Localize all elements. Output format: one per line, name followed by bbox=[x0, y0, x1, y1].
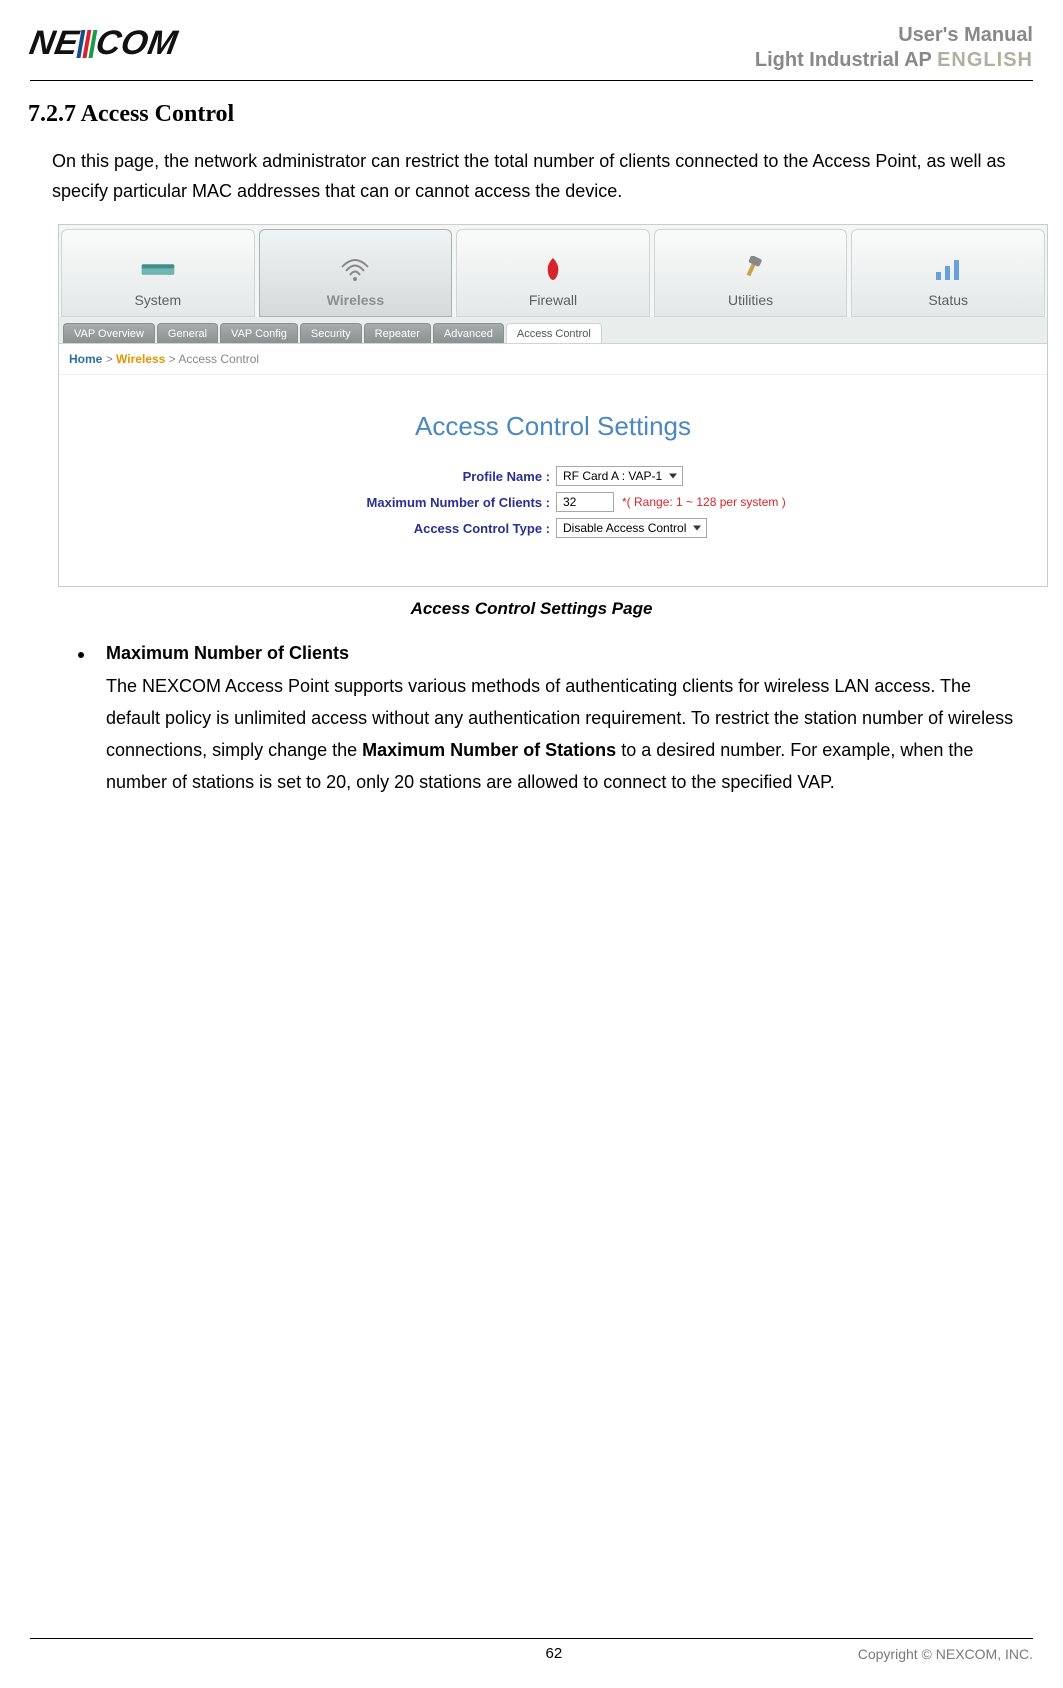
document-footer: 62 Copyright © NEXCOM, INC. bbox=[0, 1638, 1063, 1662]
breadcrumb-sep: > bbox=[106, 352, 113, 366]
tab-system[interactable]: System bbox=[61, 229, 255, 317]
main-tab-bar: System Wireless Firewall Utilities bbox=[59, 225, 1047, 317]
doc-title-line1: User's Manual bbox=[898, 24, 1033, 46]
tab-label: System bbox=[134, 292, 181, 308]
subtab-general[interactable]: General bbox=[157, 323, 218, 343]
router-icon bbox=[140, 252, 176, 288]
subtab-vap-config[interactable]: VAP Config bbox=[220, 323, 298, 343]
row-profile-name: Profile Name : RF Card A : VAP-1 bbox=[79, 466, 1027, 486]
status-icon bbox=[930, 252, 966, 288]
breadcrumb-sep: > bbox=[169, 352, 176, 366]
wifi-icon bbox=[337, 252, 373, 288]
settings-title: Access Control Settings bbox=[79, 411, 1027, 442]
section-intro: On this page, the network administrator … bbox=[52, 146, 1035, 206]
tab-firewall[interactable]: Firewall bbox=[456, 229, 650, 317]
label-profile-name: Profile Name : bbox=[250, 469, 556, 484]
tab-wireless[interactable]: Wireless bbox=[259, 229, 453, 317]
row-control-type: Access Control Type : Disable Access Con… bbox=[79, 518, 1027, 538]
input-max-clients[interactable]: 32 bbox=[556, 492, 614, 512]
footer-divider bbox=[30, 1638, 1033, 1639]
subtab-vap-overview[interactable]: VAP Overview bbox=[63, 323, 155, 343]
tab-status[interactable]: Status bbox=[851, 229, 1045, 317]
breadcrumb-home[interactable]: Home bbox=[69, 352, 102, 366]
bullet-text: The NEXCOM Access Point supports various… bbox=[106, 670, 1015, 798]
document-titles: User's Manual Light Industrial AP ENGLIS… bbox=[755, 24, 1033, 72]
hint-max-clients: *( Range: 1 ~ 128 per system ) bbox=[622, 495, 786, 509]
tab-utilities[interactable]: Utilities bbox=[654, 229, 848, 317]
subtab-advanced[interactable]: Advanced bbox=[433, 323, 504, 343]
logo-text-left: NE bbox=[27, 24, 82, 63]
breadcrumb-current: Access Control bbox=[178, 352, 259, 366]
sub-tab-bar: VAP Overview General VAP Config Security… bbox=[59, 317, 1047, 344]
list-item: Maximum Number of Clients The NEXCOM Acc… bbox=[78, 643, 1015, 798]
tab-label: Status bbox=[928, 292, 968, 308]
copyright: Copyright © NEXCOM, INC. bbox=[858, 1646, 1033, 1662]
firewall-icon bbox=[535, 252, 571, 288]
figure-caption: Access Control Settings Page bbox=[28, 599, 1035, 619]
select-profile-name[interactable]: RF Card A : VAP-1 bbox=[556, 466, 683, 486]
subtab-repeater[interactable]: Repeater bbox=[364, 323, 431, 343]
embedded-screenshot: System Wireless Firewall Utilities bbox=[58, 224, 1048, 587]
subtab-access-control[interactable]: Access Control bbox=[506, 323, 602, 343]
label-max-clients: Maximum Number of Clients : bbox=[250, 495, 556, 510]
breadcrumb-wireless[interactable]: Wireless bbox=[116, 352, 165, 366]
page-number: 62 bbox=[250, 1645, 858, 1662]
section-heading: 7.2.7 Access Control bbox=[28, 101, 1035, 128]
document-header: NE COM User's Manual Light Industrial AP… bbox=[0, 0, 1063, 72]
bullet-title: Maximum Number of Clients bbox=[106, 643, 1015, 664]
bullet-icon bbox=[78, 652, 84, 658]
label-control-type: Access Control Type : bbox=[250, 521, 556, 536]
row-max-clients: Maximum Number of Clients : 32 *( Range:… bbox=[79, 492, 1027, 512]
breadcrumb: Home > Wireless > Access Control bbox=[59, 344, 1047, 375]
tab-label: Utilities bbox=[728, 292, 773, 308]
doc-title-line2: Light Industrial AP bbox=[755, 49, 932, 71]
tab-label: Firewall bbox=[529, 292, 577, 308]
bullet-text-strong: Maximum Number of Stations bbox=[362, 740, 616, 760]
settings-panel: Access Control Settings Profile Name : R… bbox=[59, 375, 1047, 586]
logo-text-right: COM bbox=[93, 24, 181, 63]
bullet-list: Maximum Number of Clients The NEXCOM Acc… bbox=[78, 643, 1015, 798]
subtab-security[interactable]: Security bbox=[300, 323, 362, 343]
select-control-type[interactable]: Disable Access Control bbox=[556, 518, 707, 538]
tab-label: Wireless bbox=[327, 292, 384, 308]
nexcom-logo: NE COM bbox=[27, 24, 181, 63]
tools-icon bbox=[733, 252, 769, 288]
doc-language: ENGLISH bbox=[937, 49, 1033, 71]
